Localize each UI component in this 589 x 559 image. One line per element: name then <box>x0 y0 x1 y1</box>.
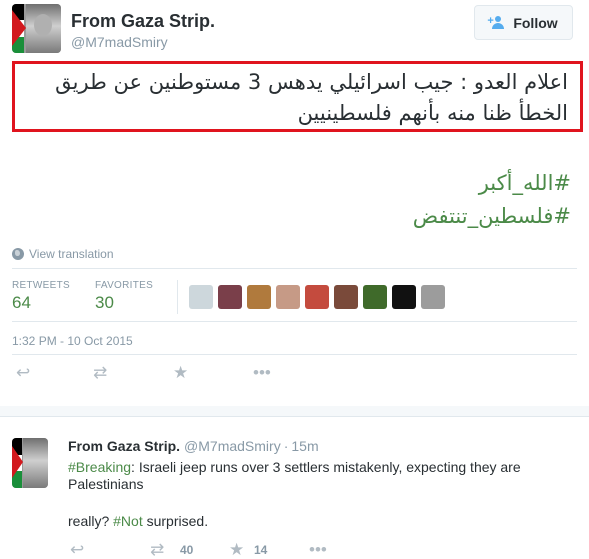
favoriter-avatar[interactable] <box>189 285 213 309</box>
avatar[interactable] <box>12 438 48 488</box>
retweet-icon[interactable]: ⇄ <box>93 364 107 381</box>
avatar[interactable] <box>12 4 61 53</box>
favoriter-avatar[interactable] <box>305 285 329 309</box>
user-handle[interactable]: @M7madSmiry <box>71 34 168 50</box>
profile-photo <box>23 438 48 488</box>
favoriter-avatar[interactable] <box>276 285 300 309</box>
favoriter-avatar[interactable] <box>421 285 445 309</box>
user-handle[interactable]: @M7madSmiry <box>184 438 281 454</box>
reply-icon[interactable]: ↩ <box>70 541 84 558</box>
more-icon[interactable]: ••• <box>309 541 327 558</box>
favoriter-avatar[interactable] <box>218 285 242 309</box>
tweet-text-body: : Israeli jeep runs over 3 settlers mist… <box>68 459 521 492</box>
flag-triangle <box>12 446 23 478</box>
retweet-icon[interactable]: ⇄ <box>150 541 164 558</box>
tweet-timestamp[interactable]: 1:32 PM - 10 Oct 2015 <box>12 334 133 348</box>
follow-button[interactable]: + Follow <box>474 5 573 40</box>
view-translation-label: View translation <box>29 247 114 261</box>
tweet-text: #Breaking: Israeli jeep runs over 3 sett… <box>68 459 568 493</box>
display-name[interactable]: From Gaza Strip. <box>68 438 180 454</box>
display-name[interactable]: From Gaza Strip. <box>71 11 215 32</box>
tweet-header: From Gaza Strip. @M7madSmiry · 15m <box>68 438 319 454</box>
favorites-count[interactable]: 30 <box>95 293 114 313</box>
star-icon[interactable]: ★ <box>229 541 244 558</box>
hashtag-link[interactable]: #Not <box>113 513 143 529</box>
tweet-text-body: surprised. <box>142 513 209 529</box>
hashtag-link[interactable]: #فلسطين_تنتفض <box>413 204 571 228</box>
favoriter-avatar[interactable] <box>247 285 271 309</box>
stats-separator <box>177 280 178 314</box>
follow-user-icon: + <box>487 15 507 30</box>
tweet-arabic-text: اعلام العدو : جيب اسرائيلي يدهس 3 مستوطن… <box>55 70 568 125</box>
separator-dot: · <box>283 438 289 454</box>
retweet-count[interactable]: 40 <box>180 543 193 557</box>
hashtag-link[interactable]: #الله_أكبر <box>479 171 571 195</box>
tweet-separator <box>0 406 589 416</box>
tweet-text: really? #Not surprised. <box>68 513 208 529</box>
profile-photo <box>26 4 61 53</box>
more-icon[interactable]: ••• <box>253 364 271 381</box>
highlighted-arabic-text-box: اعلام العدو : جيب اسرائيلي يدهس 3 مستوطن… <box>12 61 583 132</box>
favoriter-avatars <box>189 285 445 309</box>
globe-icon <box>12 248 24 260</box>
star-icon[interactable]: ★ <box>173 364 188 381</box>
flag-triangle <box>12 10 26 46</box>
favorite-count[interactable]: 14 <box>254 543 267 557</box>
hashtag-link[interactable]: #Breaking <box>68 459 131 475</box>
follow-button-label: Follow <box>513 14 558 31</box>
tweet-time[interactable]: 15m <box>291 438 318 454</box>
favoriter-avatar[interactable] <box>363 285 387 309</box>
favoriter-avatar[interactable] <box>392 285 416 309</box>
conversation-tweet[interactable]: From Gaza Strip. @M7madSmiry · 15m #Breakin… <box>0 416 589 559</box>
favoriter-avatar[interactable] <box>334 285 358 309</box>
favorites-label: FAVORITES <box>95 280 154 291</box>
divider <box>12 321 577 322</box>
view-translation-link[interactable]: View translation <box>12 247 114 261</box>
divider <box>12 268 577 269</box>
retweets-label: RETWEETS <box>12 280 70 291</box>
tweet-text-body: really? <box>68 513 114 529</box>
divider <box>12 354 577 355</box>
retweets-count[interactable]: 64 <box>12 293 31 313</box>
reply-icon[interactable]: ↩ <box>16 364 30 381</box>
main-tweet: From Gaza Strip. @M7madSmiry + Follow اع… <box>0 0 589 416</box>
